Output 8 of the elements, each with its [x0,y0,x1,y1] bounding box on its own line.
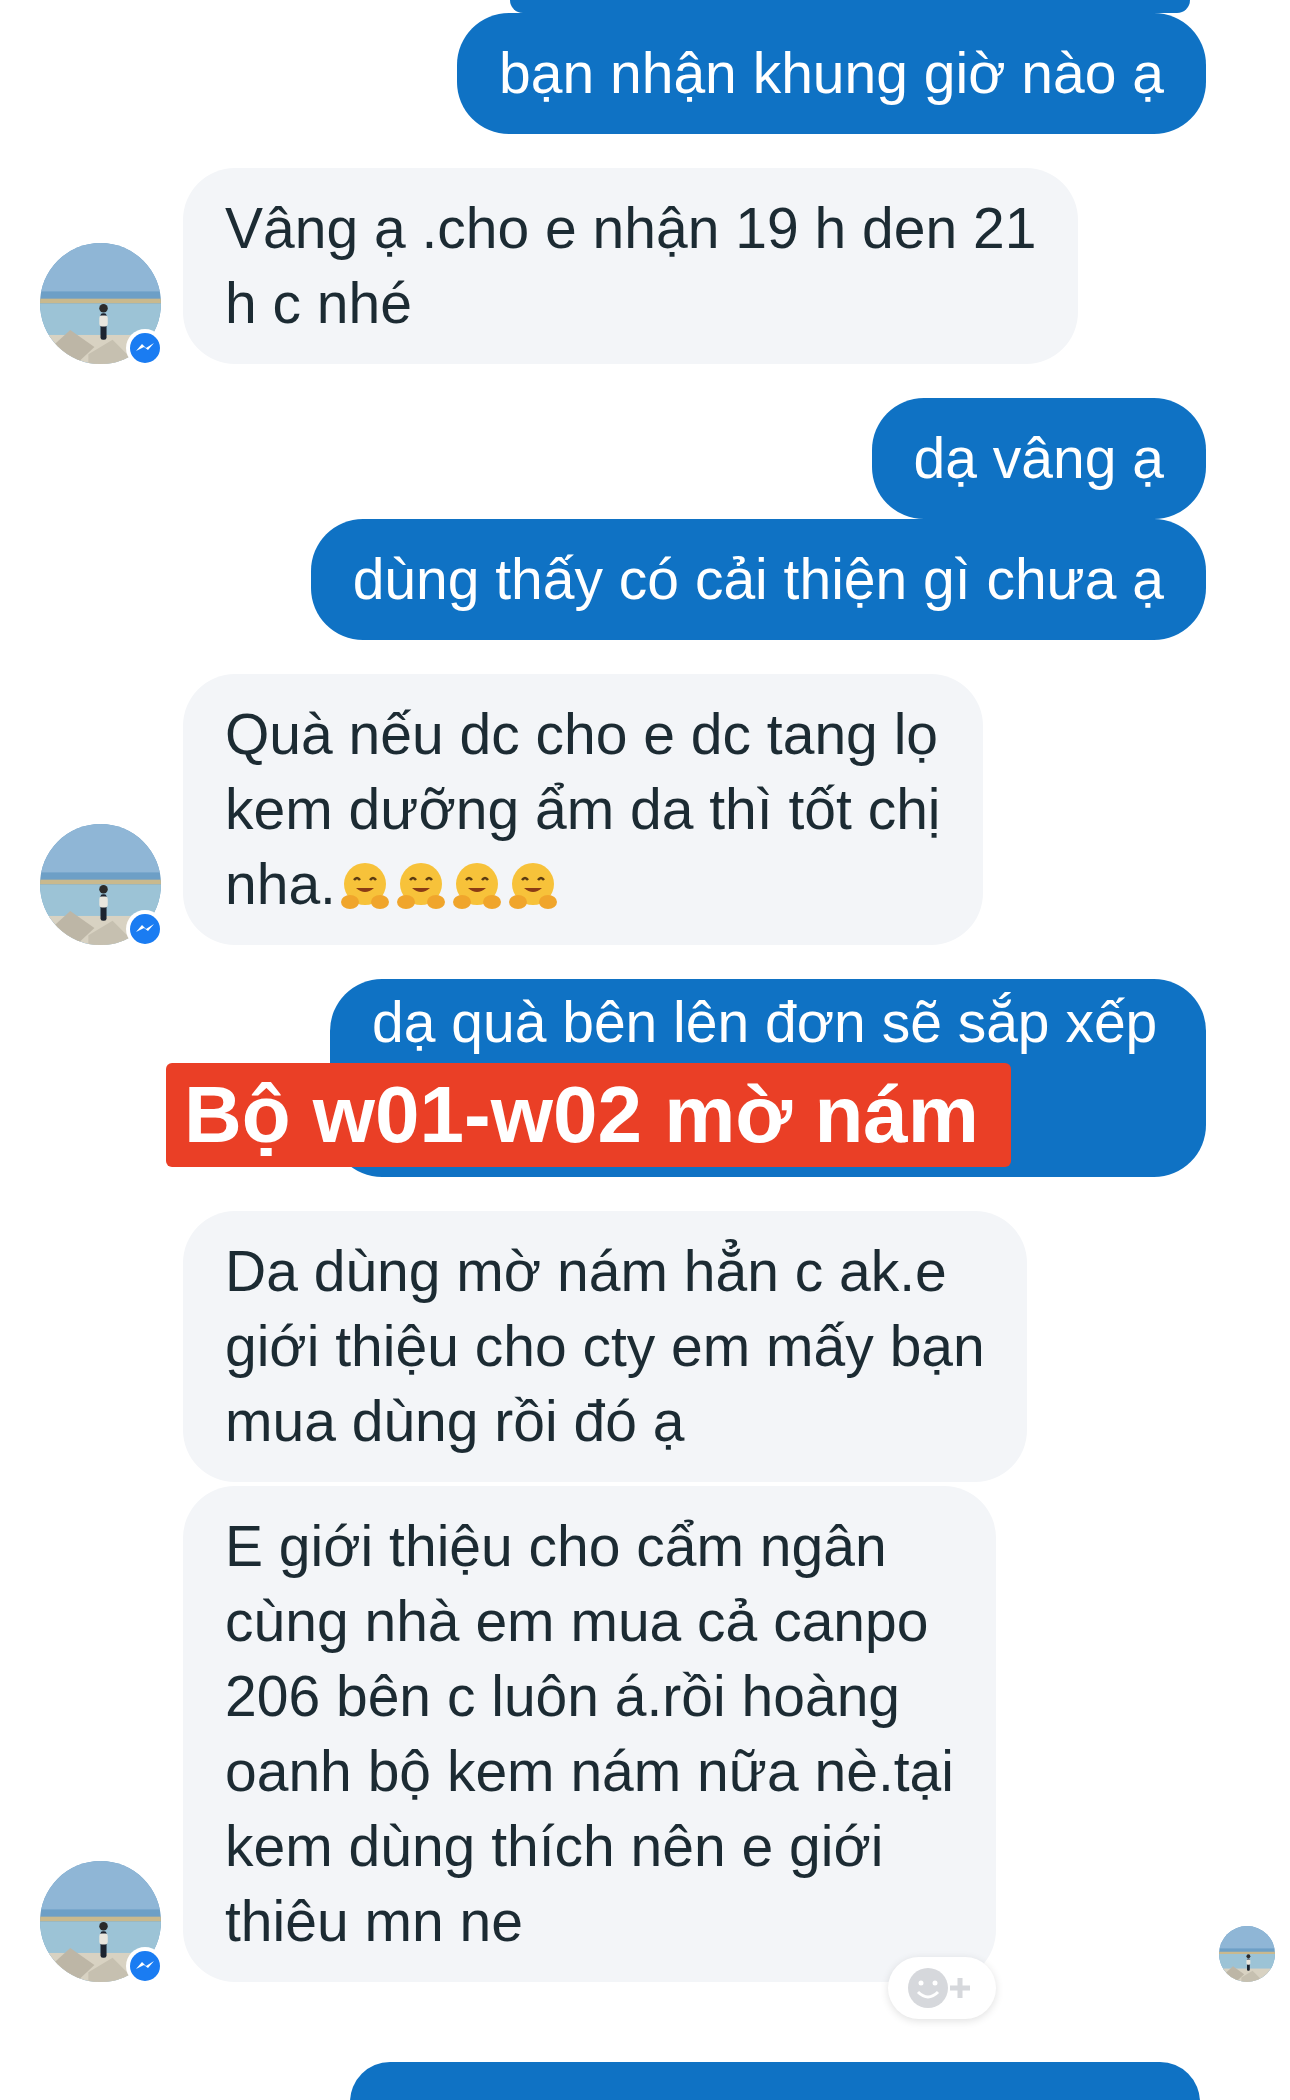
message-bubble: bạn nhận khung giờ nào ạ [457,13,1206,134]
message-bubble: dùng thấy có cải thiện gì chưa ạ [310,519,1206,640]
message-bubble: Vâng ạ .cho e nhận 19 h den 21 h c nhé [183,168,1079,364]
message-bubble: Quà nếu dc cho e dc tang lọ kem dưỡng ẩm da thì tốt chị nha. [183,674,983,945]
message-bubble: dạ vâng ạ [871,398,1206,519]
message-bubble: Da dùng mờ nám hẳn c ak.e giới thiệu cho cty em mấy bạn mua dùng rồi đó ạ [183,1211,1027,1482]
overlay-label: Bộ w01-w02 mờ nám [166,1063,1011,1167]
message-bubble: E giới thiệu cho cẩm ngân cùng nhà em mua cả canpo 206 bên c luôn á.rồi hoàng oanh bộ kem nám nữa nè.tại kem dùng thích nên e giới thiêu mn ne [183,1486,996,1982]
